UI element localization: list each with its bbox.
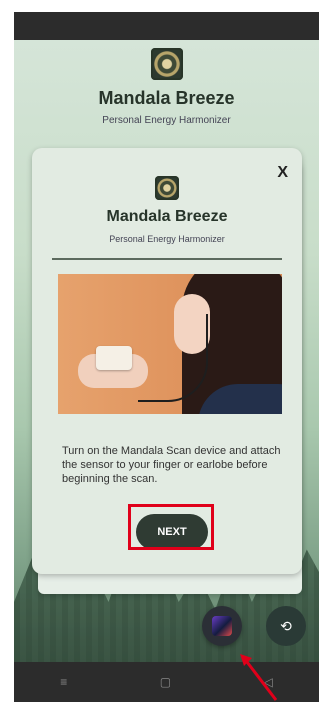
pointer-arrow-icon (240, 654, 278, 701)
phone-screen: Mandala Breeze Personal Energy Harmonize… (14, 12, 319, 702)
status-bar (14, 12, 319, 40)
avatar-button[interactable] (202, 606, 242, 646)
menu-icon[interactable]: ≡ (60, 675, 67, 689)
photo-cable (138, 314, 208, 402)
mandala-logo-icon (150, 48, 183, 80)
next-button-highlight (128, 504, 214, 550)
modal-mandala-logo-icon (155, 176, 179, 200)
modal-title: Mandala Breeze (106, 208, 228, 225)
photo-scan-device (96, 346, 132, 370)
app-subtitle: Personal Energy Harmonizer (102, 115, 231, 126)
home-icon[interactable]: ▢ (160, 675, 171, 689)
close-button[interactable]: X (277, 164, 288, 182)
instruction-modal: X Mandala Breeze Personal Energy Harmoni… (32, 148, 302, 574)
instruction-text: Turn on the Mandala Scan device and atta… (62, 445, 281, 485)
divider (52, 258, 282, 260)
undo-button[interactable]: ⟲ (266, 606, 306, 646)
app-title: Mandala Breeze (98, 88, 235, 108)
app-header: Mandala Breeze Personal Energy Harmonize… (14, 48, 319, 126)
avatar-icon (212, 616, 232, 636)
modal-subtitle: Personal Energy Harmonizer (109, 234, 225, 244)
instruction-photo (58, 274, 282, 414)
